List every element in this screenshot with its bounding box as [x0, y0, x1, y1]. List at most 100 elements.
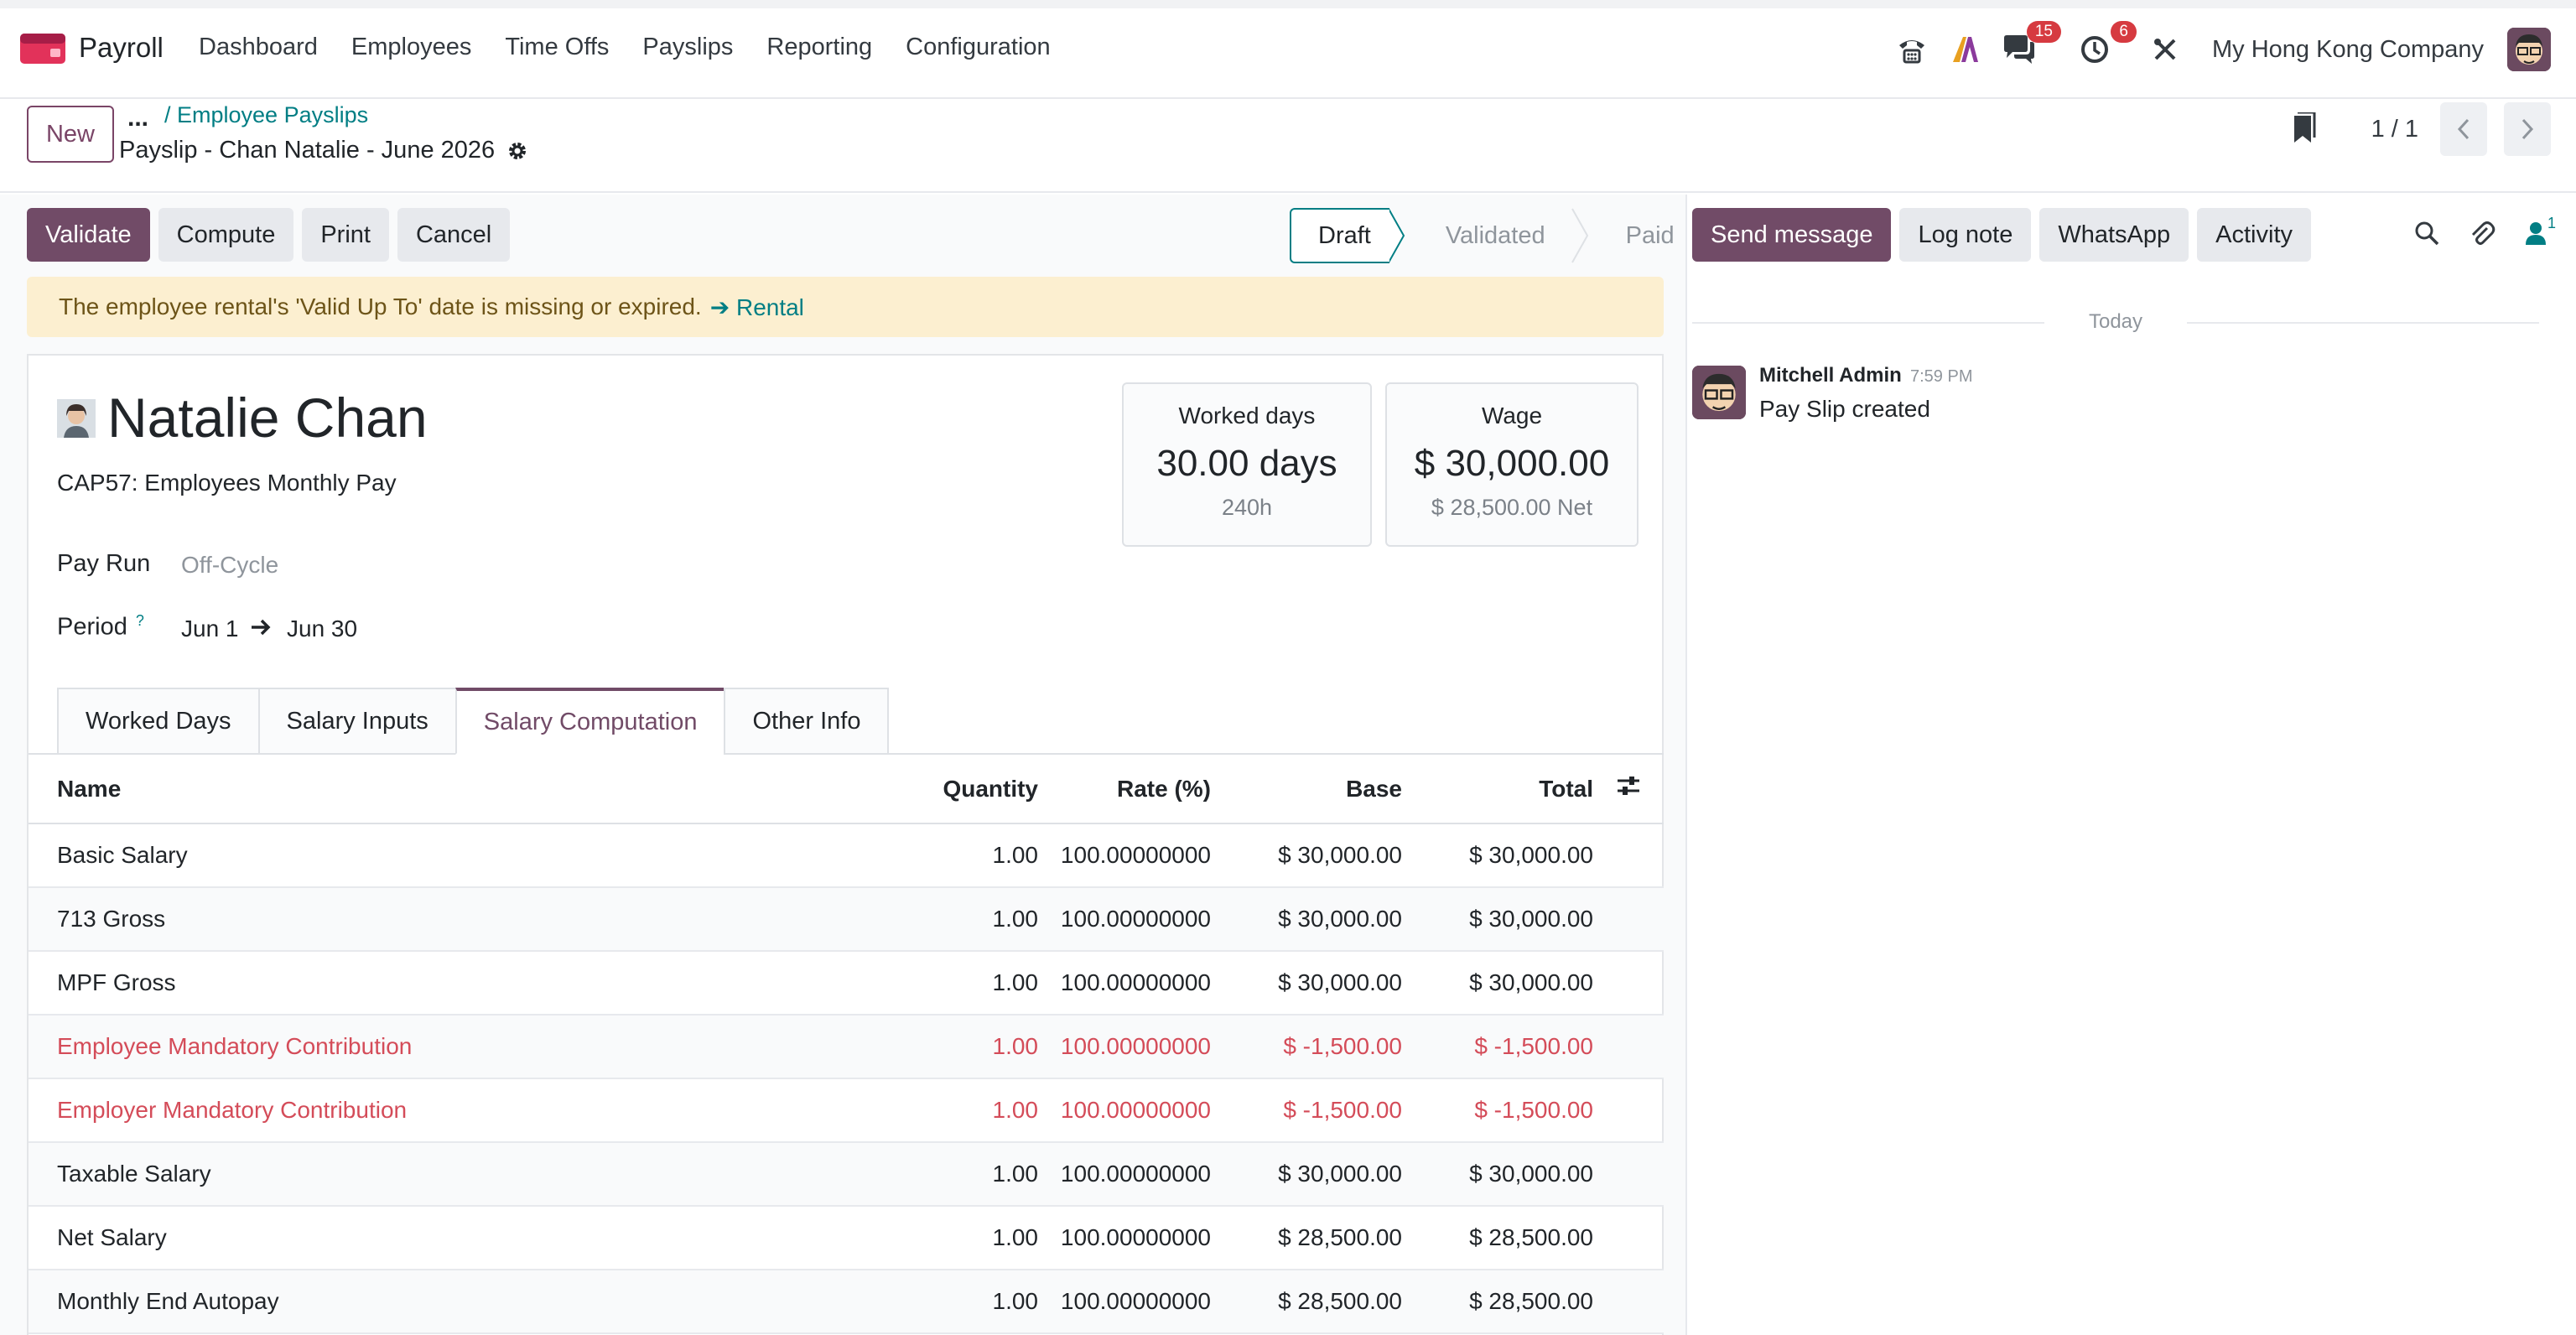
message-author-avatar[interactable] [1692, 366, 1746, 419]
table-row[interactable]: Employee Mandatory Contribution 1.00 100.0… [29, 1015, 1664, 1079]
wage-title: Wage [1481, 403, 1543, 429]
cell-qty: 1.00 [870, 887, 1038, 952]
net-wage-value: $ 28,500.00 Net [1431, 495, 1593, 520]
messages-badge: 15 [2026, 21, 2061, 43]
app-name[interactable]: Payroll [79, 32, 164, 64]
breadcrumb-employee-payslips[interactable]: / Employee Payslips [164, 102, 368, 128]
gear-icon[interactable] [506, 140, 528, 162]
user-avatar[interactable] [2507, 28, 2551, 71]
tab-salary-inputs[interactable]: Salary Inputs [257, 688, 455, 755]
status-paid-label: Paid [1625, 221, 1675, 249]
status-validated[interactable]: Validated [1407, 208, 1571, 263]
table-row[interactable]: Monthly End Autopay 1.00 100.00000000 $ 28,… [29, 1270, 1664, 1334]
cell-rate: 100.00000000 [1038, 951, 1211, 1016]
pager-previous-button[interactable] [2440, 102, 2487, 156]
new-button[interactable]: New [27, 106, 114, 163]
status-validated-label: Validated [1445, 221, 1545, 249]
col-rate[interactable]: Rate (%) [1038, 755, 1211, 824]
rental-link[interactable]: ➔ Rental [710, 293, 804, 321]
activity-button[interactable]: Activity [2197, 208, 2311, 262]
worked-days-stat[interactable]: Worked days 30.00 days 240h [1122, 382, 1372, 547]
period-from-field[interactable]: Jun 1 [181, 616, 239, 642]
followers-button[interactable]: 1 [2524, 215, 2556, 247]
cell-name: MPF Gross [29, 951, 870, 1016]
period-to-field[interactable]: Jun 30 [287, 616, 357, 642]
chevron-left-icon [2457, 118, 2470, 140]
tab-other-info[interactable]: Other Info [724, 688, 890, 755]
compute-button[interactable]: Compute [158, 208, 294, 262]
bookmark-icon[interactable] [2289, 112, 2318, 146]
cell-spacer [1593, 887, 1664, 952]
table-row[interactable]: Net Salary 1.00 100.00000000 $ 28,500.00 $ 2… [29, 1206, 1664, 1270]
message-author[interactable]: Mitchell Admin [1759, 364, 1902, 387]
table-row[interactable]: Basic Salary 1.00 100.00000000 $ 30,000.00 $… [29, 823, 1664, 888]
breadcrumb-more[interactable]: ... [127, 104, 148, 132]
col-name[interactable]: Name [29, 755, 870, 824]
table-row[interactable]: 713 Gross 1.00 100.00000000 $ 30,000.00 $ 30… [29, 887, 1664, 952]
sliders-icon [1618, 777, 1639, 795]
menu-payslips[interactable]: Payslips [642, 34, 733, 61]
log-note-button[interactable]: Log note [1899, 208, 2032, 262]
cell-rate: 100.00000000 [1038, 1270, 1211, 1334]
ai-assistant-icon[interactable] [1947, 31, 1984, 68]
cancel-button[interactable]: Cancel [397, 208, 511, 262]
salary-structure[interactable]: CAP57: Employees Monthly Pay [57, 470, 397, 496]
menu-dashboard[interactable]: Dashboard [199, 34, 318, 61]
table-row[interactable]: Taxable Salary 1.00 100.00000000 $ 30,000.0… [29, 1142, 1664, 1207]
cell-base: $ 28,500.00 [1211, 1206, 1402, 1270]
cell-qty: 1.00 [870, 823, 1038, 888]
date-separator: Today [1692, 310, 2539, 334]
menu-employees[interactable]: Employees [351, 34, 471, 61]
cell-rate: 100.00000000 [1038, 1206, 1211, 1270]
cell-qty: 1.00 [870, 951, 1038, 1016]
employee-name[interactable]: Natalie Chan [107, 386, 428, 449]
cell-base: $ 30,000.00 [1211, 823, 1402, 888]
col-quantity[interactable]: Quantity [870, 755, 1038, 824]
col-total[interactable]: Total [1402, 755, 1593, 824]
payroll-app-icon[interactable] [20, 32, 65, 65]
activity-clock-icon[interactable]: 6 [2076, 21, 2137, 68]
cell-name: Taxable Salary [29, 1142, 870, 1207]
cell-qty: 1.00 [870, 1015, 1038, 1079]
phone-icon[interactable] [1893, 31, 1930, 68]
print-button[interactable]: Print [302, 208, 389, 262]
cell-spacer [1593, 1015, 1664, 1079]
table-row[interactable]: Employer Mandatory Contribution 1.00 100.0… [29, 1078, 1664, 1143]
wage-stat[interactable]: Wage $ 30,000.00 $ 28,500.00 Net [1385, 382, 1639, 547]
cell-total: $ 28,500.00 [1402, 1206, 1593, 1270]
cell-rate: 100.00000000 [1038, 1142, 1211, 1207]
cell-base: $ -1,500.00 [1211, 1078, 1402, 1143]
form-sheet: Natalie Chan CAP57: Employees Monthly Pa… [27, 354, 1664, 1335]
salary-computation-table: Name Quantity Rate (%) Base Total Basic … [29, 755, 1664, 1334]
paperclip-icon[interactable] [2469, 220, 2496, 247]
status-draft[interactable]: Draft [1290, 208, 1389, 263]
send-message-button[interactable]: Send message [1692, 208, 1892, 262]
pay-run-field[interactable]: Off-Cycle [181, 552, 278, 579]
tab-worked-days[interactable]: Worked Days [57, 688, 258, 755]
cell-qty: 1.00 [870, 1270, 1038, 1334]
messages-icon[interactable]: 15 [2001, 21, 2061, 68]
pager-next-button[interactable] [2504, 102, 2551, 156]
validate-button[interactable]: Validate [27, 208, 150, 262]
company-switcher[interactable]: My Hong Kong Company [2212, 36, 2484, 64]
period-help-icon[interactable]: ? [136, 612, 144, 629]
cell-total: $ 28,500.00 [1402, 1270, 1593, 1334]
optional-columns-toggle[interactable] [1593, 755, 1664, 824]
search-icon[interactable] [2413, 220, 2440, 247]
cell-qty: 1.00 [870, 1078, 1038, 1143]
menu-reporting[interactable]: Reporting [766, 34, 872, 61]
menu-configuration[interactable]: Configuration [906, 34, 1051, 61]
menu-time-offs[interactable]: Time Offs [505, 34, 609, 61]
cell-spacer [1593, 1206, 1664, 1270]
cell-total: $ -1,500.00 [1402, 1015, 1593, 1079]
tab-salary-computation[interactable]: Salary Computation [454, 688, 724, 755]
top-navbar: Payroll Dashboard Employees Time Offs Pa… [0, 0, 2576, 99]
table-row[interactable]: MPF Gross 1.00 100.00000000 $ 30,000.00 $ 30… [29, 951, 1664, 1016]
cell-total: $ 30,000.00 [1402, 887, 1593, 952]
cell-rate: 100.00000000 [1038, 823, 1211, 888]
col-base[interactable]: Base [1211, 755, 1402, 824]
tools-icon[interactable] [2147, 31, 2184, 68]
whatsapp-button[interactable]: WhatsApp [2039, 208, 2189, 262]
pager-value[interactable]: 1 / 1 [2371, 116, 2418, 143]
cell-name: Net Salary [29, 1206, 870, 1270]
